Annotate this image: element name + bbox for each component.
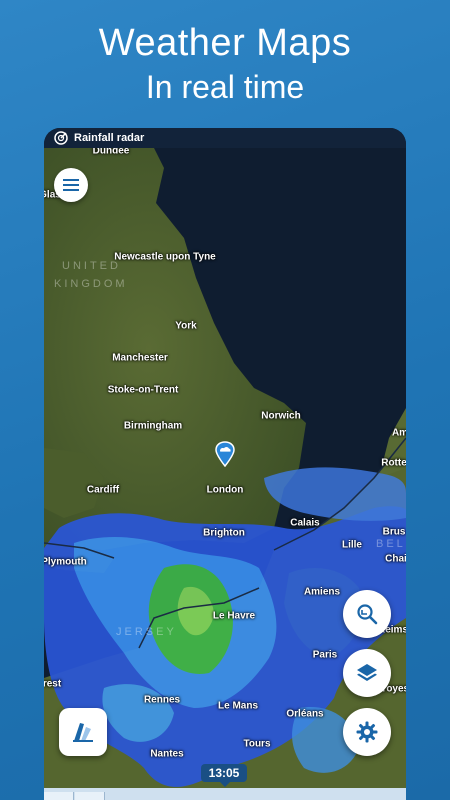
zoom-button[interactable] bbox=[343, 590, 391, 638]
settings-button[interactable] bbox=[343, 708, 391, 756]
timeline-back-button[interactable] bbox=[44, 792, 74, 800]
city-label: Brighton bbox=[203, 527, 245, 539]
radar-icon bbox=[54, 131, 68, 145]
city-label: Orléans bbox=[286, 708, 324, 720]
app-bar: Rainfall radar bbox=[44, 128, 406, 148]
legend-icon bbox=[70, 719, 96, 745]
layers-button[interactable] bbox=[343, 649, 391, 697]
city-label: Amiens bbox=[303, 586, 341, 598]
layers-icon bbox=[355, 661, 379, 685]
city-label: Nantes bbox=[150, 748, 184, 760]
city-label: Tours bbox=[243, 738, 271, 750]
city-label: York bbox=[175, 320, 197, 332]
city-label: Manchester bbox=[112, 352, 168, 364]
city-label: Rennes bbox=[143, 694, 181, 706]
promo-header: Weather Maps In real time bbox=[0, 18, 450, 106]
time-badge[interactable]: 13:05 bbox=[201, 764, 247, 782]
hamburger-menu-icon bbox=[63, 178, 79, 192]
menu-button[interactable] bbox=[54, 168, 88, 202]
timeline-bar[interactable] bbox=[44, 788, 406, 800]
city-label: Plymouth bbox=[44, 556, 87, 568]
city-label: Stoke-on-Trent bbox=[107, 384, 179, 396]
gear-icon bbox=[355, 720, 379, 744]
city-label: Rotte bbox=[381, 457, 406, 469]
timeline-pointer bbox=[220, 782, 230, 787]
region-label: BEL bbox=[376, 538, 406, 550]
city-label: Am bbox=[391, 427, 406, 439]
city-label: London bbox=[206, 484, 244, 496]
timeline-play-button[interactable] bbox=[75, 792, 105, 800]
city-label: Brus bbox=[382, 526, 406, 538]
location-pin-icon[interactable] bbox=[215, 441, 235, 468]
region-label: JERSEY bbox=[116, 626, 177, 638]
city-label: rest bbox=[44, 678, 62, 690]
legend-button[interactable] bbox=[59, 708, 107, 756]
region-label: KINGDOM bbox=[54, 278, 128, 290]
promo-subtitle: In real time bbox=[145, 69, 305, 105]
city-label: Calais bbox=[290, 517, 320, 529]
city-label: Lille bbox=[341, 539, 363, 551]
city-label: Cardiff bbox=[86, 484, 120, 496]
city-label: Birmingham bbox=[123, 420, 183, 432]
city-label: Newcastle upon Tyne bbox=[114, 251, 216, 263]
city-label: Le Havre bbox=[212, 610, 256, 622]
radar-map[interactable]: UNITED KINGDOM JERSEY BEL Dundee Glas Ne… bbox=[44, 146, 406, 800]
screen-title: Rainfall radar bbox=[74, 132, 145, 144]
promo-title: Weather Maps bbox=[98, 22, 352, 64]
region-label: UNITED bbox=[62, 260, 121, 272]
city-label: Le Mans bbox=[217, 700, 259, 712]
city-label: Norwich bbox=[261, 410, 301, 422]
city-label: Chai bbox=[385, 553, 406, 565]
phone-screen: Rainfall radar UNITED KINGDOM JERSEY BEL… bbox=[44, 128, 406, 800]
magnifier-zoom-icon bbox=[356, 603, 378, 625]
city-label: Paris bbox=[312, 649, 338, 661]
